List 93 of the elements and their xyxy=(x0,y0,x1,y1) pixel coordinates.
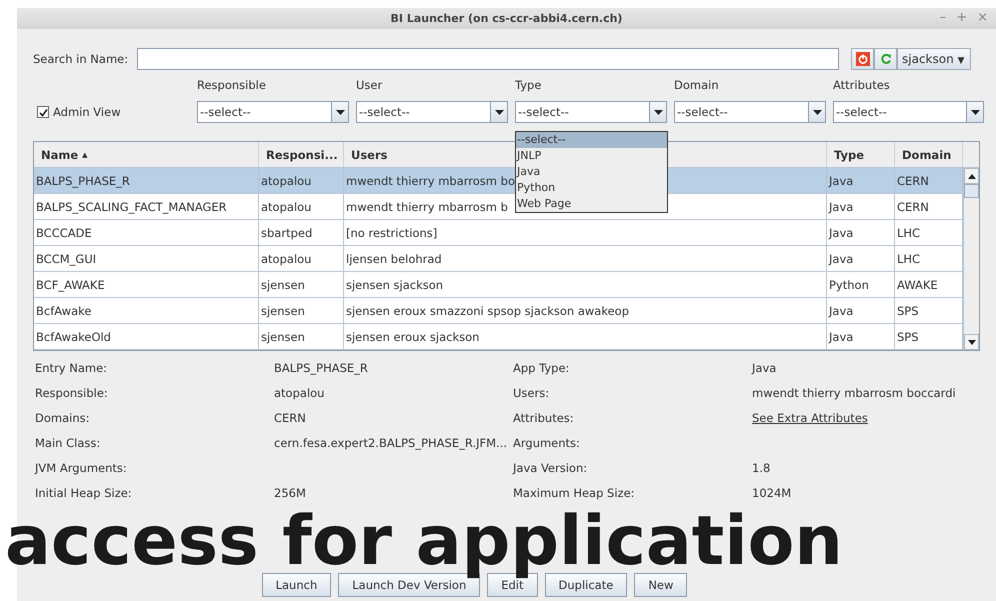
refresh-button[interactable] xyxy=(874,48,897,70)
detail-value: 1.8 xyxy=(752,460,772,477)
detail-value: CERN xyxy=(274,410,307,427)
dropdown-option[interactable]: Python xyxy=(516,180,667,196)
table-cell: Java xyxy=(827,246,895,271)
filter-label: Domain xyxy=(674,78,720,92)
table-cell: ljensen belohrad xyxy=(344,246,827,271)
detail-label: Arguments: xyxy=(513,435,581,452)
detail-label: Users: xyxy=(513,385,550,402)
table-row[interactable]: BCCCADE sbartped [no restrictions] Java LHC xyxy=(34,220,963,246)
table-cell: Java xyxy=(827,220,895,245)
filter-dropdown[interactable]: --select-- xyxy=(674,101,826,123)
action-button[interactable]: Duplicate xyxy=(544,573,628,597)
table-cell: BcfAwakeOld xyxy=(34,324,259,349)
detail-label: Responsible: xyxy=(35,385,109,402)
scrollbar[interactable] xyxy=(963,168,979,350)
table-cell: BcfAwake xyxy=(34,298,259,323)
filter-dropdown[interactable]: --select-- xyxy=(515,101,667,123)
table-cell: sbartped xyxy=(259,220,344,245)
table-cell: BCCM_GUI xyxy=(34,246,259,271)
table-cell: BALPS_PHASE_R xyxy=(34,168,259,193)
detail-value: 1024M xyxy=(752,485,792,502)
detail-link[interactable]: See Extra Attributes xyxy=(752,406,992,431)
search-label: Search in Name: xyxy=(33,52,130,66)
power-button[interactable] xyxy=(851,48,874,70)
detail-label: Initial Heap Size: xyxy=(35,485,133,502)
detail-label: JVM Arguments: xyxy=(35,460,128,477)
table-cell: sjensen xyxy=(259,272,344,297)
table-cell: sjensen eroux smazzoni spsop sjackson awakeop xyxy=(344,298,827,323)
table-cell: Python xyxy=(827,272,895,297)
table-cell: sjensen sjackson xyxy=(344,272,827,297)
caption-text: access for application xyxy=(5,508,843,576)
table-cell: Java xyxy=(827,168,895,193)
filter-label: Type xyxy=(515,78,542,92)
power-icon xyxy=(856,52,870,66)
table-cell: atopalou xyxy=(259,168,344,193)
detail-value: Java xyxy=(752,360,778,377)
caret-icon xyxy=(970,110,980,114)
table-cell: Java xyxy=(827,298,895,323)
action-button[interactable]: New xyxy=(634,573,688,597)
table-cell: BCF_AWAKE xyxy=(34,272,259,297)
table-cell: sjensen xyxy=(259,298,344,323)
action-button[interactable]: Launch xyxy=(262,573,332,597)
table-row[interactable]: BCF_AWAKE sjensen sjensen sjackson Python AWAKE xyxy=(34,272,963,298)
caret-icon xyxy=(336,110,344,114)
admin-view-label: Admin View xyxy=(53,105,121,119)
column-header[interactable]: Type xyxy=(827,142,895,167)
table-cell: sjensen eroux sjackson xyxy=(344,324,827,349)
table-cell: BCCCADE xyxy=(34,220,259,245)
table-row[interactable]: BcfAwakeOld sjensen sjensen eroux sjackson Java SPS xyxy=(34,324,963,350)
detail-label: Maximum Heap Size: xyxy=(513,485,636,502)
table-cell: atopalou xyxy=(259,246,344,271)
filter-dropdown[interactable]: --select-- xyxy=(356,101,508,123)
column-header[interactable]: Responsi... xyxy=(259,142,344,167)
detail-label: Attributes: xyxy=(513,410,575,427)
detail-label: Main Class: xyxy=(35,435,102,452)
filter-label: User xyxy=(356,78,384,92)
filter-label: Attributes xyxy=(833,78,891,92)
admin-view-checkbox[interactable] xyxy=(37,106,49,118)
table-cell: [no restrictions] xyxy=(344,220,827,245)
table-cell: Java xyxy=(827,324,895,349)
detail-label: Entry Name: xyxy=(35,360,108,377)
table-cell: BALPS_SCALING_FACT_MANAGER xyxy=(34,194,259,219)
table-row[interactable]: BCCM_GUI atopalou ljensen belohrad Java LHC xyxy=(34,246,963,272)
user-dropdown[interactable]: sjackson ▼ xyxy=(897,48,972,70)
detail-label: Domains: xyxy=(35,410,90,427)
caret-icon xyxy=(494,110,504,114)
column-header[interactable]: Domain xyxy=(895,142,963,167)
table-row[interactable]: BcfAwake sjensen sjensen eroux smazzoni spsop sjackson awakeop Java SPS xyxy=(34,298,963,324)
detail-value: 256M xyxy=(274,485,307,502)
filter-dropdown[interactable]: --select-- xyxy=(197,101,349,123)
scroll-up-icon xyxy=(968,174,976,178)
dropdown-option[interactable]: Web Page xyxy=(516,196,667,212)
refresh-icon xyxy=(880,53,892,65)
detail-value: mwendt thierry mbarrosm boccardi xyxy=(752,385,957,402)
caret-icon xyxy=(654,110,662,114)
detail-value: atopalou xyxy=(274,385,326,402)
scroll-down-icon xyxy=(968,340,976,344)
filter-label: Responsible xyxy=(197,78,267,92)
filter-dropdown[interactable]: --select-- xyxy=(833,101,984,123)
caret-icon xyxy=(812,110,822,114)
scroll-thumb[interactable] xyxy=(964,184,979,198)
dropdown-option[interactable]: --select-- xyxy=(516,132,667,148)
detail-value: cern.fesa.expert2.BALPS_PHASE_R.JFM... xyxy=(274,435,508,452)
table-cell: atopalou xyxy=(259,194,344,219)
detail-value: BALPS_PHASE_R xyxy=(274,360,369,377)
detail-label: App Type: xyxy=(513,360,570,377)
window-title: BI Launcher (on cs-ccr-abbi4.cern.ch) xyxy=(390,12,622,25)
dropdown-option[interactable]: JNLP xyxy=(516,148,667,164)
table-cell: sjensen xyxy=(259,324,344,349)
table-cell: Java xyxy=(827,194,895,219)
search-field[interactable] xyxy=(137,48,839,70)
detail-label: Java Version: xyxy=(513,460,588,477)
